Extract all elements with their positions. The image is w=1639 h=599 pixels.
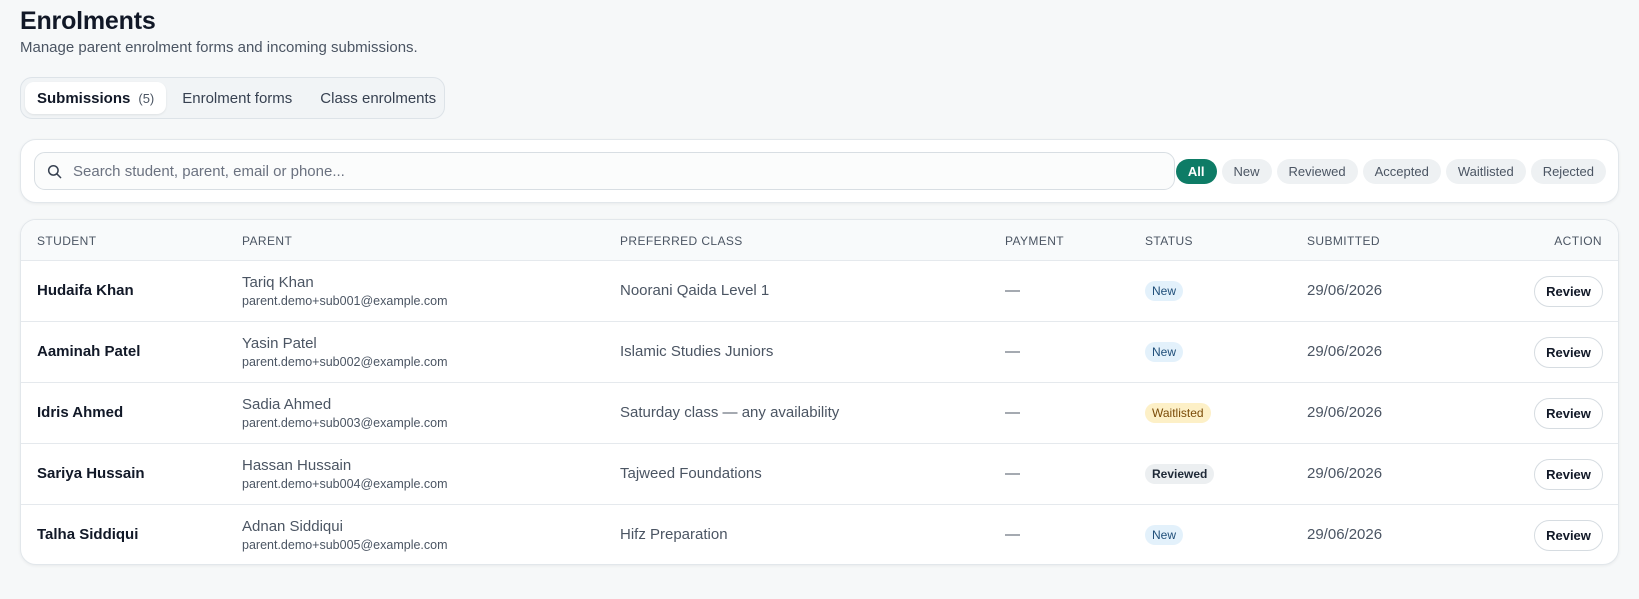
tab-label: Enrolment forms [182, 89, 293, 107]
tab-enrolment-forms[interactable]: Enrolment forms [170, 82, 304, 114]
table-header: STUDENT PARENT PREFERRED CLASS PAYMENT S… [21, 220, 1618, 261]
student-name: Hudaifa Khan [37, 282, 134, 299]
parent-name: Sadia Ahmed [242, 396, 332, 413]
preferred-class: Tajweed Foundations [620, 465, 762, 482]
student-name: Sariya Hussain [37, 465, 145, 482]
table-row: Idris Ahmed Sadia Ahmed parent.demo+sub0… [21, 383, 1618, 444]
preferred-class: Islamic Studies Juniors [620, 343, 774, 360]
page-title: Enrolments [20, 7, 156, 35]
column-header-action: ACTION [1554, 234, 1602, 248]
column-header-status: STATUS [1145, 234, 1193, 248]
filter-chip-all[interactable]: All [1175, 159, 1217, 184]
status-filter-chips: All New Reviewed Accepted Waitlisted Rej… [1171, 159, 1606, 184]
table-row: Talha Siddiqui Adnan Siddiqui parent.dem… [21, 505, 1618, 564]
review-button[interactable]: Review [1534, 276, 1603, 307]
submitted-date: 29/06/2026 [1307, 404, 1383, 421]
review-button[interactable]: Review [1534, 459, 1603, 490]
submissions-count-badge: (5) [138, 90, 155, 106]
review-button[interactable]: Review [1534, 520, 1603, 551]
parent-email: parent.demo+sub001@example.com [242, 294, 448, 308]
student-name: Aaminah Patel [37, 343, 141, 360]
tab-label: Class enrolments [320, 89, 437, 107]
search-input[interactable] [73, 162, 1174, 180]
table-row: Hudaifa Khan Tariq Khan parent.demo+sub0… [21, 261, 1618, 322]
parent-name: Tariq Khan [242, 274, 314, 291]
payment-value: — [1005, 465, 1020, 482]
tab-class-enrolments[interactable]: Class enrolments [308, 82, 448, 114]
submitted-date: 29/06/2026 [1307, 465, 1383, 482]
filter-bar: All New Reviewed Accepted Waitlisted Rej… [20, 139, 1619, 203]
filter-chip-rejected[interactable]: Rejected [1530, 159, 1606, 184]
payment-value: — [1005, 343, 1020, 360]
submissions-table: STUDENT PARENT PREFERRED CLASS PAYMENT S… [20, 219, 1619, 565]
tab-submissions[interactable]: Submissions (5) [25, 82, 167, 114]
filter-chip-accepted[interactable]: Accepted [1362, 159, 1441, 184]
tab-bar: Submissions (5) Enrolment forms Class en… [20, 77, 445, 119]
filter-chip-reviewed[interactable]: Reviewed [1276, 159, 1358, 184]
column-header-preferred-class: PREFERRED CLASS [620, 234, 743, 248]
parent-name: Yasin Patel [242, 335, 317, 352]
table-body: Hudaifa Khan Tariq Khan parent.demo+sub0… [21, 261, 1618, 564]
status-badge: New [1145, 281, 1184, 301]
submitted-date: 29/06/2026 [1307, 282, 1383, 299]
search-box[interactable] [34, 152, 1175, 190]
preferred-class: Saturday class — any availability [620, 404, 840, 421]
preferred-class: Noorani Qaida Level 1 [620, 282, 770, 299]
student-name: Talha Siddiqui [37, 526, 139, 543]
parent-email: parent.demo+sub003@example.com [242, 416, 448, 430]
parent-email: parent.demo+sub004@example.com [242, 477, 448, 491]
student-name: Idris Ahmed [37, 404, 124, 421]
review-button[interactable]: Review [1534, 398, 1603, 429]
column-header-submitted: SUBMITTED [1307, 234, 1380, 248]
search-icon [47, 163, 63, 179]
parent-email: parent.demo+sub002@example.com [242, 355, 448, 369]
filter-chip-waitlisted[interactable]: Waitlisted [1445, 159, 1526, 184]
enrolments-page: Enrolments Manage parent enrolment forms… [0, 0, 1639, 599]
tab-label: Submissions [37, 89, 131, 107]
filter-chip-new[interactable]: New [1221, 159, 1272, 184]
status-badge: Waitlisted [1145, 403, 1211, 423]
status-badge: Reviewed [1145, 464, 1215, 484]
column-header-student: STUDENT [37, 234, 97, 248]
parent-email: parent.demo+sub005@example.com [242, 538, 448, 552]
payment-value: — [1005, 282, 1020, 299]
table-row: Sariya Hussain Hassan Hussain parent.dem… [21, 444, 1618, 505]
page-subtitle: Manage parent enrolment forms and incomi… [20, 39, 418, 56]
status-badge: New [1145, 525, 1184, 545]
review-button[interactable]: Review [1534, 337, 1603, 368]
payment-value: — [1005, 526, 1020, 543]
column-header-parent: PARENT [242, 234, 293, 248]
status-badge: New [1145, 342, 1184, 362]
table-row: Aaminah Patel Yasin Patel parent.demo+su… [21, 322, 1618, 383]
submitted-date: 29/06/2026 [1307, 343, 1383, 360]
column-header-payment: PAYMENT [1005, 234, 1065, 248]
submitted-date: 29/06/2026 [1307, 526, 1383, 543]
payment-value: — [1005, 404, 1020, 421]
parent-name: Adnan Siddiqui [242, 518, 343, 535]
preferred-class: Hifz Preparation [620, 526, 728, 543]
parent-name: Hassan Hussain [242, 457, 352, 474]
